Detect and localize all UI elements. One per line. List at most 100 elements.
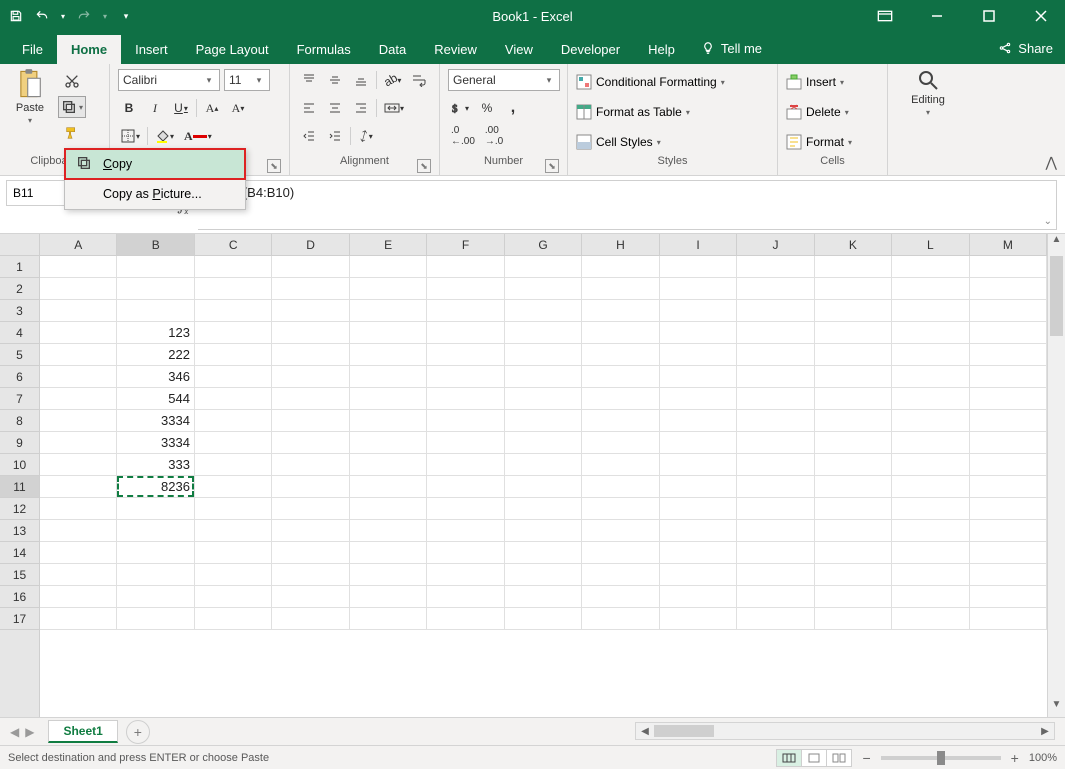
cell-M4[interactable] [970,322,1047,344]
align-bottom-button[interactable] [350,69,372,91]
row-header-4[interactable]: 4 [0,322,39,344]
cell-H2[interactable] [582,278,659,300]
cell-E17[interactable] [350,608,427,630]
cell-E13[interactable] [350,520,427,542]
cell-I4[interactable] [660,322,737,344]
cell-G1[interactable] [505,256,582,278]
decrease-font-button[interactable]: A▾ [227,97,249,119]
cell-M6[interactable] [970,366,1047,388]
cell-G5[interactable] [505,344,582,366]
cell-F16[interactable] [427,586,504,608]
expand-formula-bar-button[interactable]: ⌄ [1044,216,1052,227]
tab-home[interactable]: Home [57,35,121,64]
cell-I1[interactable] [660,256,737,278]
cell-B6[interactable]: 346 [117,366,194,388]
cell-M5[interactable] [970,344,1047,366]
row-header-8[interactable]: 8 [0,410,39,432]
cell-B12[interactable] [117,498,194,520]
tab-data[interactable]: Data [365,35,420,64]
cell-M12[interactable] [970,498,1047,520]
cell-F13[interactable] [427,520,504,542]
cell-L7[interactable] [892,388,969,410]
cell-E2[interactable] [350,278,427,300]
cell-A11[interactable] [40,476,117,498]
qat-customize-icon[interactable]: ▾ [116,6,136,26]
cell-J17[interactable] [737,608,814,630]
zoom-out-button[interactable]: − [862,750,870,766]
cell-styles-button[interactable]: Cell Styles ▾ [576,130,661,154]
font-name-select[interactable]: Calibri▾ [118,69,220,91]
cell-A12[interactable] [40,498,117,520]
cell-D10[interactable] [272,454,349,476]
save-button[interactable] [6,6,26,26]
cell-I9[interactable] [660,432,737,454]
cell-E4[interactable] [350,322,427,344]
redo-dropdown-icon[interactable]: ▾ [100,6,110,26]
cell-B4[interactable]: 123 [117,322,194,344]
column-header-F[interactable]: F [427,234,504,255]
scroll-right-arrow[interactable]: ▶ [1036,726,1054,737]
cell-A15[interactable] [40,564,117,586]
row-header-5[interactable]: 5 [0,344,39,366]
cell-D11[interactable] [272,476,349,498]
cell-K7[interactable] [815,388,892,410]
copy-menu-item[interactable]: Copy [65,149,245,179]
cell-D17[interactable] [272,608,349,630]
cell-J7[interactable] [737,388,814,410]
cell-L4[interactable] [892,322,969,344]
cell-K2[interactable] [815,278,892,300]
fill-color-button[interactable]: ▾ [152,125,177,147]
cell-L5[interactable] [892,344,969,366]
cell-A16[interactable] [40,586,117,608]
column-header-E[interactable]: E [350,234,427,255]
cell-D9[interactable] [272,432,349,454]
row-header-15[interactable]: 15 [0,564,39,586]
cell-D6[interactable] [272,366,349,388]
cell-G12[interactable] [505,498,582,520]
cell-D8[interactable] [272,410,349,432]
cell-C10[interactable] [195,454,272,476]
cell-F1[interactable] [427,256,504,278]
cell-B9[interactable]: 3334 [117,432,194,454]
cell-B14[interactable] [117,542,194,564]
increase-font-button[interactable]: A▴ [201,97,223,119]
cell-J9[interactable] [737,432,814,454]
cell-J13[interactable] [737,520,814,542]
decrease-indent-button[interactable] [298,125,320,147]
row-header-1[interactable]: 1 [0,256,39,278]
underline-button[interactable]: U▾ [170,97,192,119]
cell-H12[interactable] [582,498,659,520]
percent-button[interactable]: % [476,97,498,119]
scroll-left-arrow[interactable]: ◀ [636,726,654,737]
cell-G15[interactable] [505,564,582,586]
increase-indent-button[interactable] [324,125,346,147]
cell-M17[interactable] [970,608,1047,630]
vscroll-thumb[interactable] [1050,256,1063,336]
number-format-select[interactable]: General▾ [448,69,560,91]
cell-D12[interactable] [272,498,349,520]
cell-K5[interactable] [815,344,892,366]
cell-L6[interactable] [892,366,969,388]
cell-D3[interactable] [272,300,349,322]
cell-J11[interactable] [737,476,814,498]
page-layout-view-button[interactable] [801,749,827,767]
row-header-3[interactable]: 3 [0,300,39,322]
cell-J3[interactable] [737,300,814,322]
cell-B5[interactable]: 222 [117,344,194,366]
cell-L12[interactable] [892,498,969,520]
cell-I2[interactable] [660,278,737,300]
cell-A14[interactable] [40,542,117,564]
cell-M11[interactable] [970,476,1047,498]
cell-G13[interactable] [505,520,582,542]
cell-K6[interactable] [815,366,892,388]
cell-I15[interactable] [660,564,737,586]
cell-G2[interactable] [505,278,582,300]
page-break-view-button[interactable] [826,749,852,767]
cell-H11[interactable] [582,476,659,498]
cell-C1[interactable] [195,256,272,278]
row-header-16[interactable]: 16 [0,586,39,608]
cell-E12[interactable] [350,498,427,520]
cell-L13[interactable] [892,520,969,542]
scroll-up-arrow[interactable]: ▲ [1048,234,1065,252]
cell-M13[interactable] [970,520,1047,542]
